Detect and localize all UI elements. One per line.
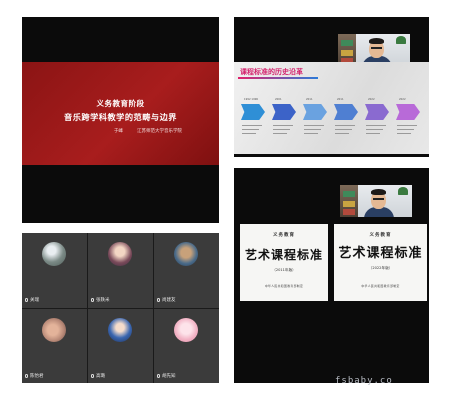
mic-icon — [25, 373, 28, 378]
main-presentation-panel[interactable]: 义务教育阶段 音乐跨学科教学的范畴与边界 于峰 江苏师范大学音乐学院 — [22, 17, 219, 223]
mic-icon — [91, 297, 94, 302]
mic-icon — [25, 297, 28, 302]
participant-name: 高璐 — [96, 374, 105, 379]
timeline-text-line — [366, 133, 380, 135]
participant-tile[interactable]: 尚建友 — [154, 233, 219, 308]
timeline-text-line — [397, 133, 411, 135]
cover-edition: （2011年版） — [272, 268, 296, 272]
cover-publisher: 中华人民共和国教育部制定 — [264, 284, 304, 288]
title-slide: 义务教育阶段 音乐跨学科教学的范畴与边界 于峰 江苏师范大学音乐学院 — [22, 62, 219, 165]
cover-small-title: 义务教育 — [369, 233, 392, 238]
plant — [396, 36, 406, 44]
avatar — [174, 242, 198, 266]
timeline-text-line — [335, 129, 352, 131]
timeline-text-line — [273, 129, 290, 131]
cover-edition: （2022年版） — [368, 266, 393, 270]
cover-title: 艺术课程标准 — [338, 246, 423, 261]
mic-icon — [157, 373, 160, 378]
timeline-year: 2001 — [275, 98, 282, 101]
history-slide-title: 课程标准的历史沿革 — [240, 68, 303, 76]
standard-cover-2022: 义务教育 艺术课程标准 （2022年版） 中华人民共和国教育部制定 — [334, 224, 427, 301]
bookshelf — [340, 185, 358, 217]
cover-publisher: 中华人民共和国教育部制定 — [361, 284, 400, 288]
slide-subtitle: 义务教育阶段 — [96, 99, 145, 108]
timeline-year: 2022 — [399, 98, 406, 101]
cover-title: 艺术课程标准 — [244, 248, 323, 262]
timeline-year: 2022 — [368, 98, 375, 101]
timeline-text-line — [397, 129, 414, 131]
timeline-year: 2011 — [306, 98, 313, 101]
history-share-panel[interactable]: 课程标准的历史沿革 1992 1996 2001 2011 2011 2022 2022 — [234, 17, 429, 157]
participant-name: 关瑞 — [30, 298, 39, 303]
timeline-text-line — [304, 125, 324, 127]
standards-share-panel[interactable]: 义务教育 艺术课程标准 （2011年版） 中华人民共和国教育部制定 义务教育 艺… — [234, 168, 429, 383]
avatar — [42, 318, 66, 342]
standard-cover-2011: 义务教育 艺术课程标准 （2011年版） 中华人民共和国教育部制定 — [240, 224, 328, 301]
timeline-text-line — [242, 125, 262, 127]
timeline-text-line — [366, 129, 383, 131]
timeline-text-line — [273, 125, 293, 127]
avatar — [108, 242, 132, 266]
timeline-text-line — [304, 129, 321, 131]
participant-name: 陈怡君 — [30, 374, 44, 379]
timeline-text-line — [335, 133, 349, 135]
mic-icon — [157, 297, 160, 302]
presenter-webcam-2[interactable] — [340, 185, 412, 217]
avatar — [174, 318, 198, 342]
mic-icon — [91, 373, 94, 378]
slide-author: 于峰 — [114, 129, 123, 134]
participant-grid: 关瑞 张轶米 尚建友 陈怡君 高璐 胡先知 — [22, 233, 219, 383]
participant-tile[interactable]: 张轶米 — [88, 233, 153, 308]
avatar — [108, 318, 132, 342]
participant-tile[interactable]: 关瑞 — [22, 233, 87, 308]
timeline-text-line — [242, 129, 259, 131]
timeline-text-line — [242, 133, 256, 135]
timeline-text-line — [273, 133, 287, 135]
participant-tile[interactable]: 高璐 — [88, 309, 153, 383]
avatar — [42, 242, 66, 266]
plant — [398, 187, 408, 195]
timeline-year: 2011 — [337, 98, 344, 101]
timeline-text-line — [397, 125, 417, 127]
cover-small-title: 义务教育 — [273, 233, 295, 238]
participant-tile[interactable]: 胡先知 — [154, 309, 219, 383]
timeline-text-line — [304, 133, 318, 135]
slide-title: 音乐跨学科教学的范畴与边界 — [64, 112, 177, 122]
participant-name: 胡先知 — [162, 374, 176, 379]
participant-name: 尚建友 — [162, 298, 176, 303]
timeline-text-line — [366, 125, 386, 127]
slide-organization: 江苏师范大学音乐学院 — [137, 129, 182, 134]
timeline-text-line — [335, 125, 355, 127]
participant-tile[interactable]: 陈怡君 — [22, 309, 87, 383]
participant-name: 张轶米 — [96, 298, 110, 303]
timeline-year: 1992 1996 — [244, 98, 259, 101]
title-underline — [238, 77, 318, 79]
watermark: fsbaby.co — [335, 376, 393, 386]
